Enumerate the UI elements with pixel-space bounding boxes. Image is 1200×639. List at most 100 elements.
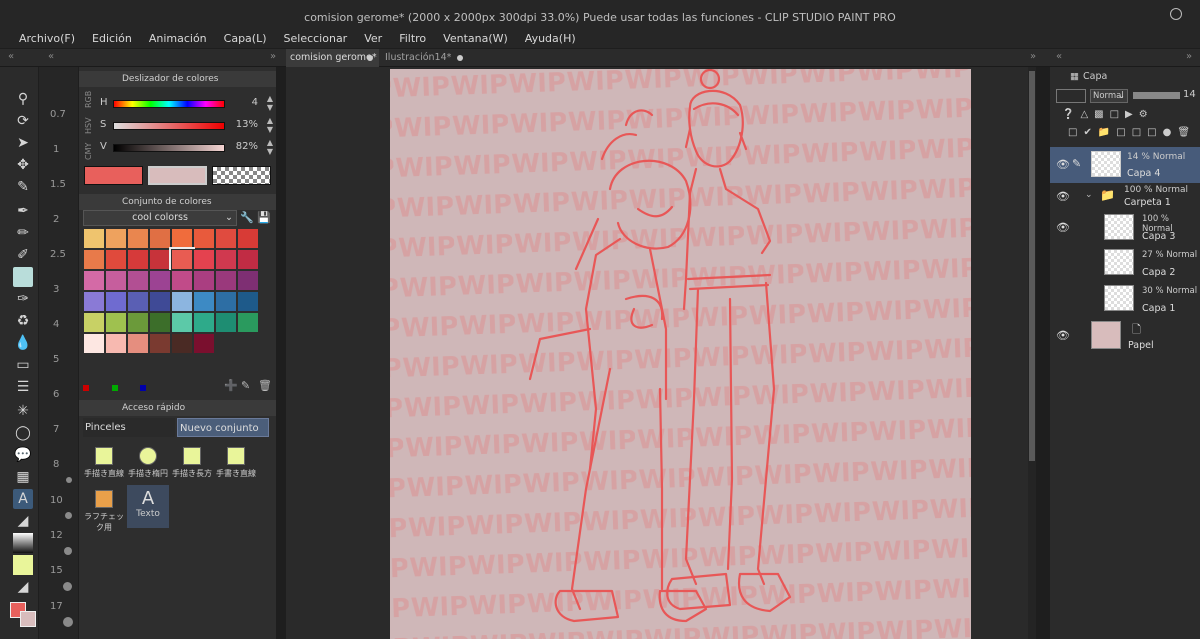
palette-swatch[interactable] <box>215 228 237 249</box>
palette-swatch[interactable] <box>83 291 105 312</box>
layer-row-papel[interactable]: 👁 🗋 Papel <box>1050 317 1200 353</box>
save-set-icon[interactable]: 💾 <box>257 211 271 224</box>
menu-filtro[interactable]: Filtro <box>399 30 426 48</box>
palette-swatch[interactable] <box>171 291 193 312</box>
move-icon[interactable]: ✥ <box>13 155 33 175</box>
wrench-icon[interactable]: 🔧 <box>240 211 254 224</box>
brush-size-label[interactable]: 3 <box>53 284 59 295</box>
eraser-icon[interactable]: ▭ <box>13 355 33 375</box>
frame-icon[interactable]: ▦ <box>13 467 33 487</box>
palette-swatch[interactable] <box>127 228 149 249</box>
value-bar[interactable] <box>113 144 225 152</box>
palette-swatch[interactable] <box>237 270 259 291</box>
collapse-right-icon-2[interactable]: » <box>1030 51 1036 62</box>
palette-swatch[interactable] <box>237 249 259 270</box>
brush-size-label[interactable]: 4 <box>53 319 59 330</box>
palette-swatch[interactable] <box>215 291 237 312</box>
palette-swatch[interactable] <box>127 291 149 312</box>
brush-size-label[interactable]: 7 <box>53 424 59 435</box>
palette-swatch[interactable] <box>105 291 127 312</box>
layer-row-capa3[interactable]: 👁 100 % Normal Capa 3 <box>1050 209 1200 245</box>
menu-capa[interactable]: Capa(L) <box>224 30 267 48</box>
balloon-icon[interactable]: 💬 <box>13 445 33 465</box>
brush-size-label[interactable]: 8 <box>53 459 59 470</box>
palette-swatch[interactable] <box>193 270 215 291</box>
eye-icon[interactable]: 👁 <box>1056 190 1070 203</box>
value-spinner-icon[interactable]: ▲ ▼ <box>267 138 273 156</box>
tab-ilustracion14[interactable]: Ilustración14* <box>381 49 469 67</box>
palette-swatch[interactable] <box>127 270 149 291</box>
quick-access-set[interactable]: Nuevo conjunto <box>177 418 269 437</box>
brush-icon[interactable]: ✐ <box>13 245 33 265</box>
pen-icon[interactable]: ✒ <box>13 201 33 221</box>
eyedropper-add-icon[interactable]: ✎ <box>241 379 250 392</box>
palette-swatch[interactable] <box>127 249 149 270</box>
saturation-bar[interactable] <box>113 122 225 130</box>
palette-swatch[interactable] <box>193 228 215 249</box>
layer-icons-row-2[interactable]: □✔📁□□□●🗑 <box>1068 127 1196 138</box>
palette-swatch[interactable] <box>215 249 237 270</box>
palette-swatch[interactable] <box>149 228 171 249</box>
hue-spinner-icon[interactable]: ▲ ▼ <box>267 94 273 112</box>
brush-size-label[interactable]: 15 <box>50 565 63 576</box>
palette-swatch[interactable] <box>215 312 237 333</box>
layer-icons-row-1[interactable]: ❔△▩□▶⚙ <box>1062 109 1154 120</box>
drawing-canvas[interactable]: WIP <box>390 69 971 639</box>
palette-swatch[interactable] <box>193 249 215 270</box>
layer-tab[interactable]: ▦ Capa <box>1070 71 1107 82</box>
quick-item-rough-check[interactable]: ラフチェック用 <box>83 490 125 533</box>
palette-swatch[interactable] <box>127 312 149 333</box>
menu-seleccionar[interactable]: Seleccionar <box>284 30 348 48</box>
fill-lines-icon[interactable]: ☰ <box>13 377 33 397</box>
mode-hsv-tab[interactable]: HSV <box>76 117 102 134</box>
chevron-down-icon[interactable]: ⌄ <box>1085 190 1093 200</box>
brush-size-label[interactable]: 17 <box>50 601 63 612</box>
menu-animacion[interactable]: Animación <box>149 30 207 48</box>
triangle-ruler-icon[interactable]: ◢ <box>13 577 33 597</box>
blend-mode-dropdown[interactable]: Normal ⌄ <box>1090 89 1128 103</box>
palette-swatch[interactable] <box>171 228 193 249</box>
opacity-slider[interactable] <box>1133 92 1180 99</box>
sub-color-swatch[interactable] <box>148 166 207 185</box>
collapse-left-icon-2[interactable]: « <box>48 51 54 62</box>
palette-swatch[interactable] <box>171 270 193 291</box>
palette-color-green[interactable] <box>112 385 118 391</box>
palette-swatch[interactable] <box>105 312 127 333</box>
palette-swatch[interactable] <box>171 312 193 333</box>
quick-item-rectangle[interactable]: 手描き長方 <box>171 447 213 479</box>
palette-swatch[interactable] <box>105 228 127 249</box>
tab-comision-gerome[interactable]: comision gerome* <box>286 49 379 67</box>
eye-icon[interactable]: 👁 <box>1056 158 1070 171</box>
quick-access-category[interactable]: Pinceles <box>83 418 175 437</box>
layer-color-icon[interactable] <box>1056 89 1086 103</box>
brush-size-label[interactable]: 2.5 <box>50 249 66 260</box>
palette-swatch[interactable] <box>149 270 171 291</box>
palette-swatch[interactable] <box>105 249 127 270</box>
add-color-icon[interactable]: ➕ <box>224 379 238 392</box>
brush-size-label[interactable]: 1 <box>53 144 59 155</box>
collapse-left-icon[interactable]: « <box>8 51 14 62</box>
lasso-icon[interactable]: ⟳ <box>13 111 33 131</box>
gradient-icon[interactable] <box>13 533 33 553</box>
scrollbar-thumb[interactable] <box>1029 71 1035 461</box>
palette-swatch[interactable] <box>105 333 127 354</box>
collapse-right-icon[interactable]: » <box>270 51 276 62</box>
palette-swatch[interactable] <box>149 291 171 312</box>
brush-size-label[interactable]: 0.7 <box>50 109 66 120</box>
ruler-icon[interactable] <box>13 555 33 575</box>
quick-item-ellipse[interactable]: 手描き楕円 <box>127 447 169 479</box>
fill-icon[interactable]: ◢ <box>13 511 33 531</box>
palette-swatch[interactable] <box>149 333 171 354</box>
palette-swatch[interactable] <box>215 270 237 291</box>
airbrush-icon[interactable] <box>13 267 33 287</box>
decoration-icon[interactable]: ✑ <box>13 289 33 309</box>
palette-swatch[interactable] <box>193 333 215 354</box>
vertical-scrollbar[interactable] <box>1028 67 1036 639</box>
palette-swatch[interactable] <box>127 333 149 354</box>
collapse-right-icon-3[interactable]: » <box>1186 51 1192 62</box>
text-tool-icon[interactable]: A <box>13 489 33 509</box>
saturation-spinner-icon[interactable]: ▲ ▼ <box>267 116 273 134</box>
palette-swatch[interactable] <box>83 333 105 354</box>
eyedropper-icon[interactable]: ✎ <box>13 177 33 197</box>
menu-edicion[interactable]: Edición <box>92 30 132 48</box>
